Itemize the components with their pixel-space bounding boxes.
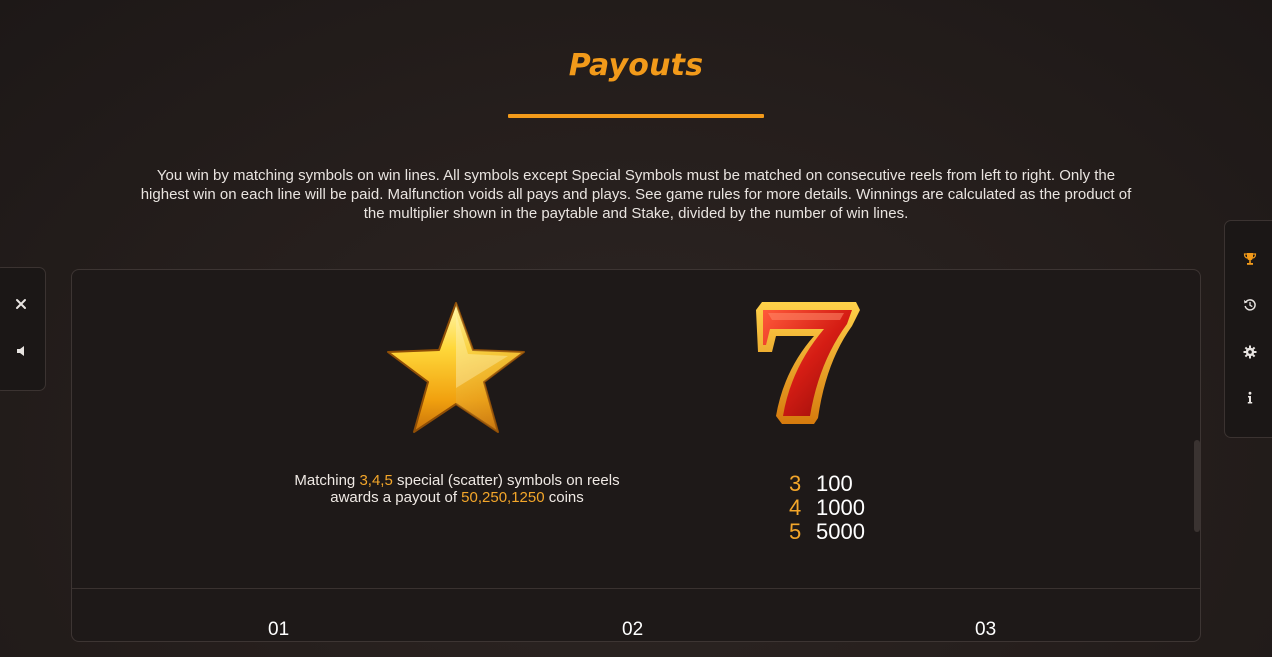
sound-icon <box>17 346 24 356</box>
scrollbar-thumb[interactable] <box>1194 440 1200 532</box>
history-icon <box>1244 299 1256 311</box>
scatter-description: Matching 3,4,5 special (scatter) symbols… <box>292 472 622 506</box>
pay-row: 5 5000 <box>789 520 865 544</box>
page-number-01[interactable]: 01 <box>268 619 289 641</box>
pay-count: 3 <box>789 471 802 496</box>
history-button[interactable] <box>1238 293 1262 317</box>
left-control-panel <box>0 267 46 391</box>
seven-pay-table: 3 100 4 1000 5 5000 <box>789 472 865 544</box>
pay-row: 4 1000 <box>789 496 865 520</box>
rules-intro-text: You win by matching symbols on win lines… <box>140 167 1132 222</box>
close-icon <box>16 299 26 309</box>
gear-icon <box>1243 345 1257 359</box>
title-underline <box>508 114 764 118</box>
seven-icon <box>756 302 860 424</box>
sound-button[interactable] <box>9 339 33 363</box>
paytable-panel[interactable]: Matching 3,4,5 special (scatter) symbols… <box>71 269 1201 642</box>
star-icon <box>387 302 525 433</box>
info-button[interactable] <box>1238 386 1262 410</box>
settings-button[interactable] <box>1238 340 1262 364</box>
scatter-text-suffix: coins <box>544 489 584 506</box>
page-title: Payouts <box>568 48 704 83</box>
right-control-panel <box>1224 220 1272 438</box>
pay-count: 5 <box>789 519 802 544</box>
scatter-payouts: 50,250,1250 <box>461 489 545 506</box>
pay-count: 4 <box>789 495 802 520</box>
trophy-icon <box>1243 253 1257 265</box>
panel-divider <box>72 588 1200 589</box>
pay-value: 5000 <box>816 519 865 544</box>
info-icon <box>1247 391 1253 404</box>
scatter-text-prefix: Matching <box>294 472 360 489</box>
page-number-02[interactable]: 02 <box>622 619 643 641</box>
pay-value: 100 <box>816 471 853 496</box>
scatter-counts: 3,4,5 <box>359 472 393 489</box>
paytable-button[interactable] <box>1238 247 1262 271</box>
pay-row: 3 100 <box>789 472 865 496</box>
close-button[interactable] <box>9 292 33 316</box>
page-number-03[interactable]: 03 <box>975 619 996 641</box>
pay-value: 1000 <box>816 495 865 520</box>
